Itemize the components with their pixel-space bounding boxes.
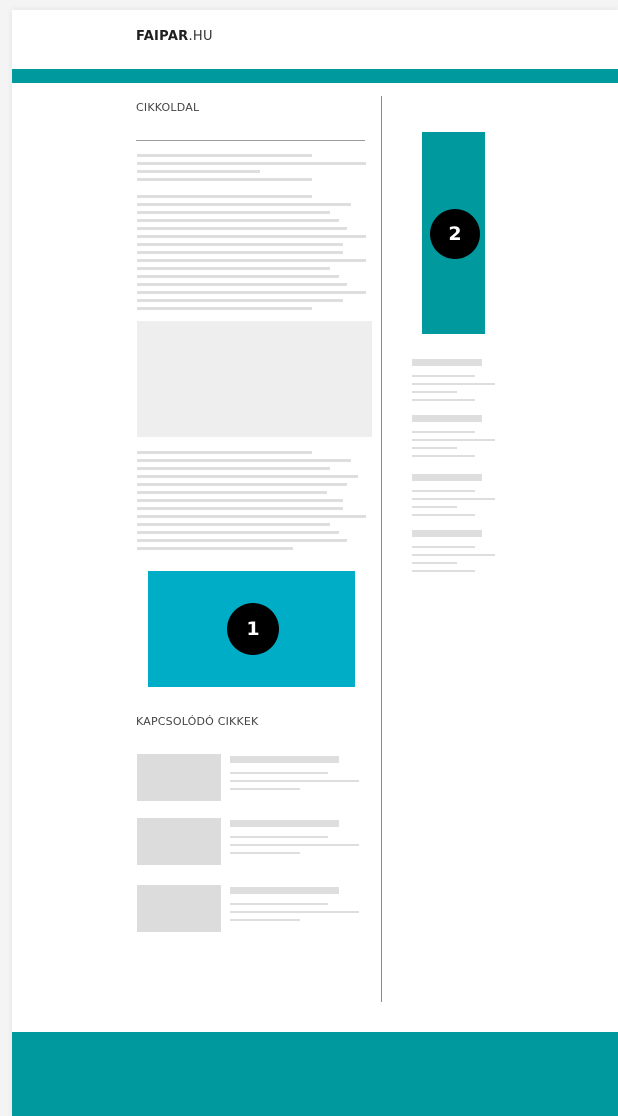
text-line (137, 251, 343, 254)
sidebar-article-headline[interactable] (412, 359, 482, 366)
text-line (412, 431, 475, 433)
text-line (230, 780, 359, 782)
related-article-thumbnail[interactable] (137, 754, 221, 801)
text-line (412, 514, 475, 516)
text-line (230, 852, 300, 854)
text-line (412, 562, 457, 564)
related-article-thumbnail[interactable] (137, 818, 221, 865)
text-line (137, 178, 312, 181)
text-line (412, 383, 495, 385)
top-navigation-bar (12, 69, 618, 83)
page-title: CIKKOLDAL (136, 101, 200, 114)
text-line (137, 491, 327, 494)
text-line (137, 459, 351, 462)
site-logo[interactable]: FAIPAR.HU (136, 29, 213, 44)
text-line (412, 546, 475, 548)
text-line (137, 154, 312, 157)
text-line (137, 219, 339, 222)
title-divider (136, 140, 365, 141)
text-line (230, 911, 359, 913)
related-article-headline[interactable] (230, 820, 339, 827)
column-divider (381, 96, 382, 1002)
text-line (137, 475, 358, 478)
related-article-headline[interactable] (230, 887, 339, 894)
sidebar-article-headline[interactable] (412, 415, 482, 422)
text-line (137, 275, 339, 278)
text-line (137, 451, 312, 454)
text-line (137, 547, 293, 550)
text-line (137, 203, 351, 206)
text-line (137, 170, 260, 173)
sidebar-article-headline[interactable] (412, 474, 482, 481)
text-line (137, 291, 366, 294)
text-line (230, 903, 328, 905)
related-articles-title: KAPCSOLÓDÓ CIKKEK (136, 715, 259, 728)
logo-tld: .HU (188, 29, 213, 44)
text-line (412, 439, 495, 441)
text-line (230, 836, 328, 838)
text-line (137, 539, 347, 542)
text-line (137, 162, 366, 165)
logo-name: FAIPAR (136, 29, 189, 44)
site-footer (12, 1032, 618, 1116)
text-line (137, 195, 312, 198)
text-line (137, 483, 347, 486)
sidebar-article-headline[interactable] (412, 530, 482, 537)
text-line (137, 211, 330, 214)
text-line (137, 283, 347, 286)
text-line (412, 554, 495, 556)
text-line (412, 490, 475, 492)
text-line (137, 307, 312, 310)
text-line (230, 788, 300, 790)
text-line (137, 531, 339, 534)
related-article-thumbnail[interactable] (137, 885, 221, 932)
text-line (137, 267, 330, 270)
text-line (412, 375, 475, 377)
text-line (137, 499, 343, 502)
text-line (412, 399, 475, 401)
text-line (137, 299, 343, 302)
text-line (412, 498, 495, 500)
text-line (412, 447, 457, 449)
page-canvas: FAIPAR.HU CIKKOLDAL 1 KAPCSOLÓDÓ CIKKEK … (12, 10, 618, 1116)
ad-slot-1-number-badge: 1 (227, 603, 279, 655)
text-line (412, 570, 475, 572)
text-line (137, 515, 366, 518)
text-line (230, 919, 300, 921)
text-line (137, 243, 343, 246)
related-article-headline[interactable] (230, 756, 339, 763)
text-line (137, 523, 330, 526)
text-line (137, 227, 347, 230)
text-line (137, 259, 366, 262)
text-line (137, 467, 330, 470)
text-line (230, 844, 359, 846)
text-line (412, 391, 457, 393)
text-line (137, 235, 366, 238)
text-line (412, 455, 475, 457)
article-image-placeholder (137, 321, 372, 437)
text-line (412, 506, 457, 508)
text-line (230, 772, 328, 774)
text-line (137, 507, 343, 510)
ad-slot-2-number-badge: 2 (430, 209, 480, 259)
